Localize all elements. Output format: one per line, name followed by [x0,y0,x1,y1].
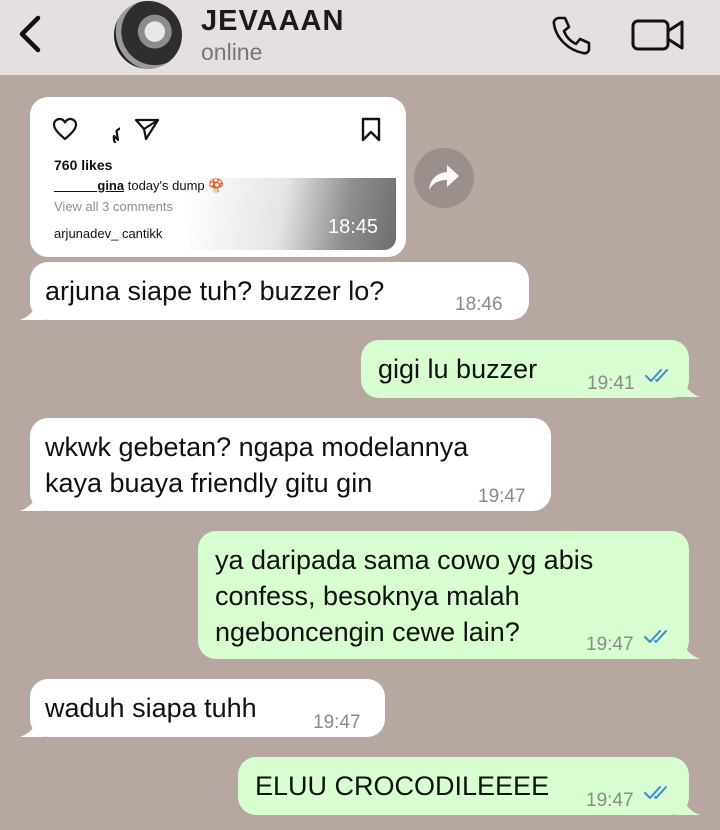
post-timestamp: 18:45 [328,216,379,238]
message-text: gigi lu buzzer [378,354,538,384]
caption-text: today's dump 🍄 [127,178,225,193]
message-bubble-incoming[interactable]: waduh siapa tuhh 19:47 [30,679,385,737]
comment-icon [112,127,120,143]
message-bubble-incoming[interactable]: arjuna siape tuh? buzzer lo? 18:46 [30,262,529,320]
view-comments-link[interactable]: View all 3 comments [54,199,173,214]
message-text: ELUU CROCODILEEEE [255,771,550,801]
contact-status: online [201,39,263,65]
back-chevron-icon[interactable] [14,14,50,54]
read-ticks-icon [644,786,667,799]
message-time: 19:47 [586,790,634,811]
share-icon [134,118,160,141]
message-bubble-outgoing[interactable]: ya daripada sama cowo yg abis confess, b… [198,531,689,659]
post-likes: 760 likes [54,157,113,173]
message-time: 19:47 [586,634,634,655]
message-time: 19:47 [478,486,526,507]
post-comment: arjunadev_ cantikk [54,226,163,241]
message-text: ya daripada sama cowo yg abis confess, b… [215,545,594,647]
post-caption: ______gina today's dump 🍄 [54,178,224,194]
avatar[interactable] [114,1,182,69]
message-bubble-outgoing[interactable]: ELUU CROCODILEEEE 19:47 [238,757,689,815]
read-ticks-icon [644,630,667,643]
read-ticks-icon [645,369,668,382]
message-bubble-incoming[interactable]: wkwk gebetan? ngapa modelannya kaya buay… [30,418,551,511]
message-time: 18:46 [455,294,503,315]
forward-button[interactable] [414,148,474,208]
chat-header: JEVAAAN online [0,0,720,75]
video-camera-icon[interactable] [630,14,686,54]
forward-icon [429,165,459,190]
message-time: 19:47 [313,712,361,733]
caption-username: ______gina [54,178,125,193]
bookmark-icon [361,117,381,142]
message-text: wkwk gebetan? ngapa modelannya kaya buay… [45,432,469,498]
message-text: arjuna siape tuh? buzzer lo? [45,276,385,306]
message-text: waduh siapa tuhh [45,693,257,723]
message-bubble-outgoing[interactable]: gigi lu buzzer 19:41 [361,340,689,398]
contact-name[interactable]: JEVAAAN [201,5,344,38]
phone-icon[interactable] [550,14,594,56]
message-time: 19:41 [587,373,635,394]
heart-icon [52,117,78,141]
